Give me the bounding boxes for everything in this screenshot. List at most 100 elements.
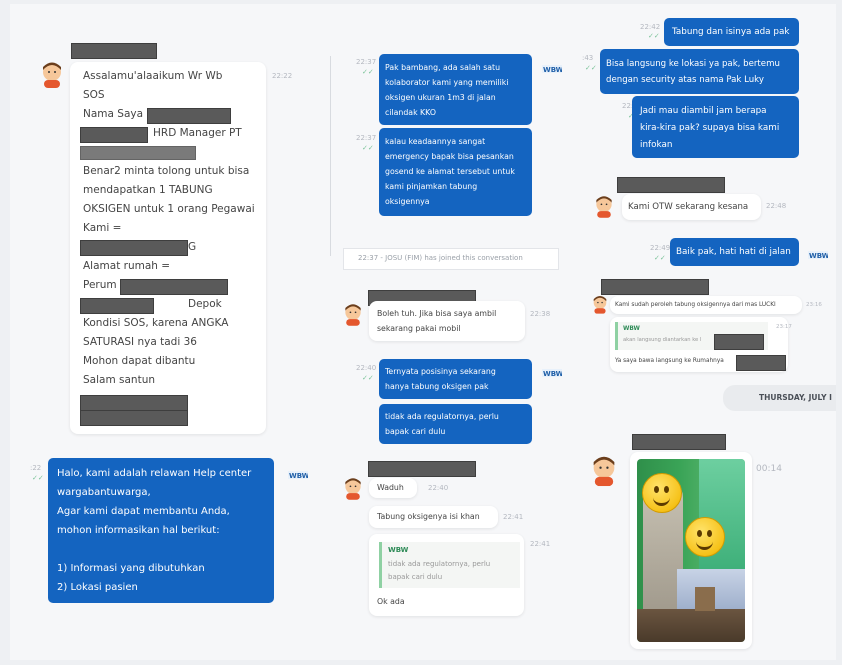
- person-avatar-icon: [592, 294, 609, 314]
- redacted-name: [147, 108, 231, 124]
- column-divider: [330, 56, 331, 256]
- incoming-message-otw: Kami OTW sekarang kesana: [622, 194, 761, 220]
- message-line: Depok: [188, 298, 222, 310]
- message-line: Ok ada: [377, 597, 405, 606]
- message-time: 23:17: [776, 324, 792, 330]
- incoming-photo-message[interactable]: [630, 452, 752, 649]
- message-line: Baik pak, hati hati di jalan: [676, 247, 791, 257]
- message-line: Jadi mau diambil jam berapa: [640, 106, 767, 116]
- message-line: infokan: [640, 140, 673, 150]
- message-line: Kami sudah peroleh tabung oksigennya dar…: [615, 302, 776, 308]
- message-line: mohon informasikan hal berikut:: [57, 525, 220, 536]
- photo-floor: [637, 609, 745, 642]
- wbw-logo-icon: WBW: [542, 60, 564, 74]
- quote-line: bapak cari dulu: [388, 573, 443, 581]
- message-line: Kami =: [83, 222, 122, 234]
- message-line: Pak bambang, ada salah satu: [385, 63, 501, 72]
- message-line: mendapatkan 1 TABUNG: [83, 184, 213, 196]
- message-line: sekarang pakai mobil: [377, 324, 461, 333]
- message-line: Ya saya bawa langsung ke Rumahnya: [615, 358, 724, 364]
- outgoing-message-tabung-isi: Tabung dan isinya ada pak: [664, 18, 799, 46]
- message-line: Tabung dan isinya ada pak: [672, 27, 790, 37]
- incoming-message-isi-khan: Tabung oksigenya isi khan: [369, 506, 498, 528]
- redacted-address: [714, 334, 764, 350]
- message-line: Alamat rumah =: [83, 260, 171, 272]
- message-line: Kami OTW sekarang kesana: [628, 202, 749, 212]
- quote-line: tidak ada regulatornya, perlu: [388, 560, 491, 568]
- message-time: 22:41: [503, 513, 524, 521]
- redacted-signature: [80, 395, 188, 411]
- date-divider-label: THURSDAY, JULY I: [759, 393, 832, 402]
- message-line: SATURASI nya tadi 36: [83, 336, 197, 348]
- photo-tank-box: [695, 587, 715, 611]
- double-check-icon: ✓✓: [585, 64, 597, 72]
- message-line: SOS: [83, 89, 105, 101]
- redacted-signature-2: [80, 410, 188, 426]
- chat-canvas: Assalamu'alaaikum Wr Wb SOS Nama Saya HR…: [10, 4, 836, 660]
- double-check-icon: ✓✓: [654, 254, 666, 262]
- message-line: Mohon dapat dibantu: [83, 355, 196, 367]
- outgoing-message-lokasi: Bisa langsung ke lokasi ya pak, bertemu …: [600, 49, 799, 94]
- message-time: 22:41: [530, 540, 551, 548]
- message-line: Bisa langsung ke lokasi ya pak, bertemu: [606, 59, 780, 69]
- system-join-notice: 22:37 - JOSU (FIM) has joined this conve…: [343, 248, 559, 270]
- message-line: bapak cari dulu: [385, 427, 446, 436]
- message-time: 22:37: [356, 58, 377, 66]
- photo-oxygen-tank[interactable]: [637, 459, 745, 642]
- svg-text:WBW: WBW: [543, 370, 562, 378]
- message-line: cilandak KKO: [385, 108, 436, 117]
- message-line: HRD Manager PT: [153, 127, 242, 139]
- double-check-icon: ✓✓: [362, 144, 374, 152]
- redacted-employee: [80, 127, 148, 143]
- message-line: Assalamu'alaaikum Wr Wb: [83, 70, 223, 82]
- double-check-icon: ✓✓: [362, 374, 374, 382]
- redacted-company: [80, 146, 196, 160]
- incoming-message-waduh: Waduh: [369, 478, 417, 498]
- redacted-patient-name: [80, 240, 188, 256]
- redacted-address: [120, 279, 228, 295]
- outgoing-message-emergency: kalau keadaannya sangat emergency bapak …: [379, 128, 532, 216]
- person-avatar-icon: [40, 60, 64, 88]
- quote-author: WBW: [388, 546, 409, 554]
- outgoing-message-regulator: tidak ada regulatornya, perlu bapak cari…: [379, 404, 532, 444]
- quote-line: akan langsung diantarkan ke l: [623, 337, 702, 343]
- message-line: gosend ke alamat tersebut untuk: [385, 167, 515, 176]
- svg-text:WBW: WBW: [809, 252, 828, 260]
- double-check-icon: ✓✓: [32, 474, 44, 482]
- wbw-logo-icon: WBW: [808, 246, 830, 260]
- smiley-face-icon: [685, 517, 725, 557]
- message-line: Perum: [83, 279, 117, 291]
- redacted-sender-name: [368, 461, 476, 477]
- message-line: oksigen ukuran 1m3 di jalan: [385, 93, 496, 102]
- message-line: Benar2 minta tolong untuk bisa: [83, 165, 250, 177]
- message-line: wargabantuwarga,: [57, 487, 151, 498]
- incoming-message-peroleh: Kami sudah peroleh tabung oksigennya dar…: [610, 296, 802, 314]
- message-line: Salam santun: [83, 374, 156, 386]
- svg-text:WBW: WBW: [289, 472, 308, 480]
- message-line: tidak ada regulatornya, perlu: [385, 412, 499, 421]
- message-time: 22:37: [356, 134, 377, 142]
- message-line: emergency bapak bisa pesankan: [385, 152, 514, 161]
- incoming-message-ambil: Boleh tuh. Jika bisa saya ambil sekarang…: [369, 301, 525, 341]
- message-line: Kondisi SOS, karena ANGKA: [83, 317, 229, 329]
- quote-author: WBW: [623, 326, 640, 332]
- person-avatar-icon: [343, 476, 363, 500]
- message-line: OKSIGEN untuk 1 orang Pegawai: [83, 203, 255, 215]
- wbw-logo-icon: WBW: [288, 466, 310, 480]
- message-time: 22:49: [650, 244, 671, 252]
- message-time: 22:40: [356, 364, 377, 372]
- message-line: oksigennya: [385, 197, 430, 206]
- redacted-address: [736, 355, 786, 371]
- incoming-message-ok-ada: WBW tidak ada regulatornya, perlu bapak …: [369, 534, 524, 616]
- person-avatar-icon: [590, 454, 618, 487]
- message-time: 22:48: [766, 202, 787, 210]
- message-line: Waduh: [377, 483, 404, 492]
- message-line: Tabung oksigenya isi khan: [377, 512, 480, 521]
- message-line: kolaborator kami yang memiliki: [385, 78, 509, 87]
- smiley-face-icon: [642, 473, 682, 513]
- incoming-message-sos: Assalamu'alaaikum Wr Wb SOS Nama Saya HR…: [70, 62, 266, 434]
- message-time: 00:14: [756, 464, 782, 474]
- message-time: 22:38: [530, 310, 551, 318]
- outgoing-message-posisi: Ternyata posisinya sekarang hanya tabung…: [379, 359, 532, 399]
- double-check-icon: ✓✓: [362, 68, 374, 76]
